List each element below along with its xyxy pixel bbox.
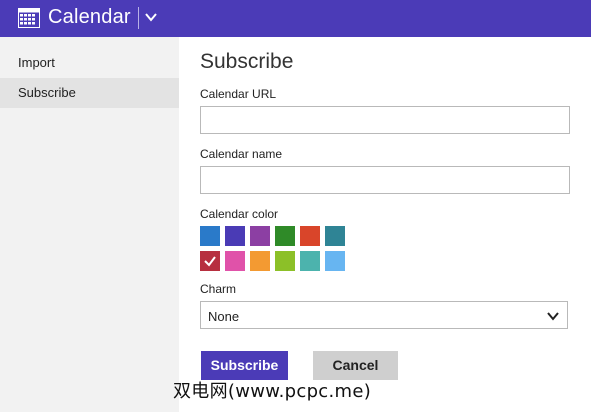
sidebar-item-import[interactable]: Import [0,48,179,78]
calendar-name-input[interactable] [200,166,570,194]
color-swatch[interactable] [300,251,320,271]
sidebar-item-subscribe[interactable]: Subscribe [0,78,179,108]
charm-label: Charm [200,282,237,296]
sidebar-item-label: Import [18,55,55,70]
color-swatch[interactable] [275,251,295,271]
cancel-button[interactable]: Cancel [313,351,398,380]
color-swatch[interactable] [200,251,220,271]
calendar-name-label: Calendar name [200,147,283,161]
charm-select-value: None [208,309,240,324]
sidebar-item-label: Subscribe [18,85,76,100]
color-swatch[interactable] [200,226,220,246]
calendar-url-label: Calendar URL [200,87,277,101]
calendar-url-input[interactable] [200,106,570,134]
color-swatch[interactable] [225,251,245,271]
calendar-icon [18,8,40,28]
color-swatch[interactable] [225,226,245,246]
page-title: Subscribe [200,50,294,73]
color-swatch[interactable] [250,251,270,271]
chevron-down-icon[interactable] [143,9,159,25]
chevron-down-icon [547,312,559,321]
charm-select[interactable]: None [200,301,568,329]
subscribe-button[interactable]: Subscribe [201,351,288,380]
app-title: Calendar [48,6,131,28]
app-header: Calendar [0,0,591,37]
color-swatch[interactable] [275,226,295,246]
color-swatch[interactable] [250,226,270,246]
checkmark-icon [204,256,216,267]
subscribe-panel: Subscribe Calendar URL Calendar name Cal… [179,37,591,412]
color-swatch[interactable] [300,226,320,246]
color-swatch[interactable] [325,251,345,271]
title-divider [138,7,139,29]
watermark-text: 双电网(www.pcpc.me) [173,381,372,402]
sidebar: Import Subscribe [0,37,179,412]
calendar-color-label: Calendar color [200,207,279,221]
color-swatch[interactable] [325,226,345,246]
